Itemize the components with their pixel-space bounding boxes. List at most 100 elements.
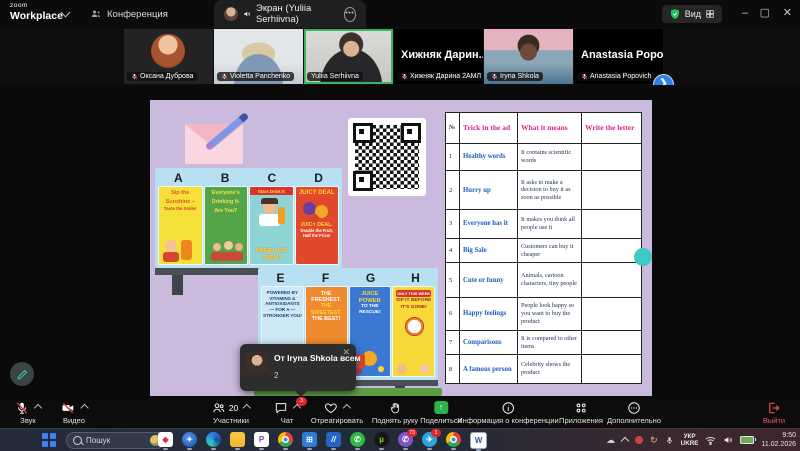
apps-button[interactable]: Приложения [559, 400, 603, 425]
weather-icon[interactable]: ☁ [606, 435, 615, 446]
time: 9:50 [761, 431, 796, 440]
taskbar-clock[interactable]: 9:50 11.02.2026 [761, 431, 796, 449]
audio-button[interactable]: Звук [15, 400, 41, 425]
app-m-icon[interactable]: // [326, 432, 341, 447]
letter-h: H [393, 268, 438, 287]
tray-mic-icon[interactable] [665, 436, 674, 445]
hidden-icons-chevron[interactable] [621, 437, 629, 445]
maximize-button[interactable]: ▢ [760, 7, 770, 19]
leave-meeting-icon [767, 401, 781, 415]
letter-f: F [303, 268, 348, 287]
col-trick: Trick in the ad [460, 113, 518, 144]
search-icon [73, 436, 82, 445]
ellipsis-circle-icon [627, 401, 641, 415]
tray-app-icon[interactable] [635, 436, 643, 444]
view-button[interactable]: Вид [662, 5, 722, 23]
system-tray: ☁ ↻ УКР UKRE 9:50 11.02.2026 [606, 429, 796, 451]
tab-screen-share[interactable]: Экран (Yuliia Serhiivna) ••• [214, 0, 366, 28]
chat-bubble-icon [274, 401, 288, 415]
alarm-clock [405, 317, 424, 336]
microsoft-store-icon[interactable]: ⊞ [302, 432, 317, 447]
sync-icon[interactable]: ↻ [650, 435, 658, 446]
participant-tile-khyzhniak[interactable]: Хижняк Дарин... Хижняк Дарина 2АМЛ [394, 29, 483, 84]
col-number: № [446, 113, 460, 144]
participants-button[interactable]: 20 Участники [212, 400, 250, 425]
minimize-button[interactable]: – [742, 7, 748, 19]
react-button[interactable]: Отреагировать [311, 400, 363, 425]
wifi-icon[interactable] [705, 436, 716, 445]
answer-cell [582, 143, 642, 171]
kid-figure [420, 364, 430, 374]
edge-icon[interactable] [206, 432, 221, 447]
letter-a: A [155, 168, 202, 187]
zoom-workplace-logo: zoom Workplace [10, 3, 63, 21]
chrome-profile-icon[interactable] [446, 432, 461, 447]
raise-hand-button[interactable]: Поднять руку [372, 400, 418, 425]
app-diia-icon[interactable]: ◆ [158, 432, 173, 447]
muted-mic-icon [581, 73, 588, 80]
tab-meeting[interactable]: Конференция [80, 0, 178, 28]
participant-name: Yuliia Serhiivna [311, 73, 359, 80]
close-icon[interactable]: ✕ [342, 347, 350, 358]
close-button[interactable]: ✕ [783, 7, 792, 19]
man-shirt [259, 214, 280, 226]
app-blue-circle-icon[interactable]: ✦ [182, 432, 197, 447]
word-icon[interactable]: W [470, 432, 487, 449]
participant-tile-iryna[interactable]: Iryna Shkola [484, 29, 573, 84]
answer-cell [582, 171, 642, 210]
apps-icon [574, 401, 588, 415]
more-button[interactable]: Дополнительно [607, 400, 661, 425]
battery-icon[interactable] [740, 436, 754, 444]
avatar [151, 34, 185, 68]
fruit [356, 368, 362, 374]
tab-options-icon[interactable]: ••• [344, 7, 356, 22]
chat-button[interactable]: 3 Чат [274, 400, 300, 425]
participant-tile-anastasia[interactable]: Anastasia Popo... Anastasia Popovich [574, 29, 663, 84]
viber-badge: 73 [407, 429, 417, 437]
chevron-up-icon[interactable] [80, 403, 88, 411]
participant-tile-yuliia-active-speaker[interactable]: Yuliia Serhiivna [304, 29, 393, 84]
chevron-up-icon[interactable] [343, 403, 351, 411]
taskbar-apps: ◆ ✦ P ⊞ // ✆ µ ✆73 ✈1 W [158, 432, 487, 449]
viber-icon[interactable]: ✆73 [398, 432, 413, 447]
participant-tile-violetta[interactable]: Violetta Panchenko [214, 29, 303, 84]
share-screen-button[interactable]: ↑ Поделиться [420, 400, 461, 425]
chat-notification-popup[interactable]: От Iryna Shkola всем 2 ✕ [240, 344, 356, 391]
chevron-up-icon[interactable] [34, 403, 42, 411]
volume-icon[interactable] [723, 435, 733, 445]
juice-bottle [181, 240, 192, 260]
pencil-icon [16, 368, 29, 381]
muted-mic-icon [491, 73, 498, 80]
annotate-button[interactable] [10, 362, 34, 386]
participants-count: 20 [229, 403, 238, 413]
leave-meeting-button[interactable]: Выйти [763, 400, 785, 425]
family-figure [224, 241, 233, 250]
meeting-info-button[interactable]: Информация о конференции [457, 400, 558, 425]
participant-name: Violetta Panchenko [230, 73, 290, 80]
taskbar-search[interactable]: Пошук [66, 432, 165, 449]
table-row: 3Everyone has itIt makes you think all p… [446, 210, 642, 239]
utorrent-icon[interactable]: µ [374, 432, 389, 447]
table-row: 8A famous personCelebrity shows the prod… [446, 355, 642, 384]
letter-d: D [295, 168, 342, 187]
language-indicator[interactable]: УКР UKRE [681, 433, 699, 447]
answer-cell [582, 330, 642, 355]
strawberry [310, 214, 319, 223]
chevron-up-icon[interactable] [243, 403, 251, 411]
col-letter: Write the letter [582, 113, 642, 144]
letters-row: E F G H [258, 268, 438, 287]
participant-tile-oksana[interactable]: Оксана Дуброва [124, 29, 213, 84]
file-explorer-icon[interactable] [230, 432, 245, 447]
video-button[interactable]: Видео [61, 400, 88, 425]
poster-b: Everyone's Drinking It- Are You? [205, 187, 248, 264]
telegram-icon[interactable]: ✈1 [422, 432, 437, 447]
family-figure [235, 243, 243, 251]
start-button[interactable] [42, 433, 56, 447]
chrome-icon[interactable] [278, 432, 293, 447]
annotation-dot [634, 248, 652, 266]
billboard-abcd: A B C D Sip the Sunshine – Taste the Smi… [155, 168, 342, 268]
whatsapp-icon[interactable]: ✆ [350, 432, 365, 447]
participant-big-name: Хижняк Дарин... [401, 49, 483, 61]
muted-mic-icon [401, 73, 408, 80]
app-purple-icon[interactable]: P [254, 432, 269, 447]
